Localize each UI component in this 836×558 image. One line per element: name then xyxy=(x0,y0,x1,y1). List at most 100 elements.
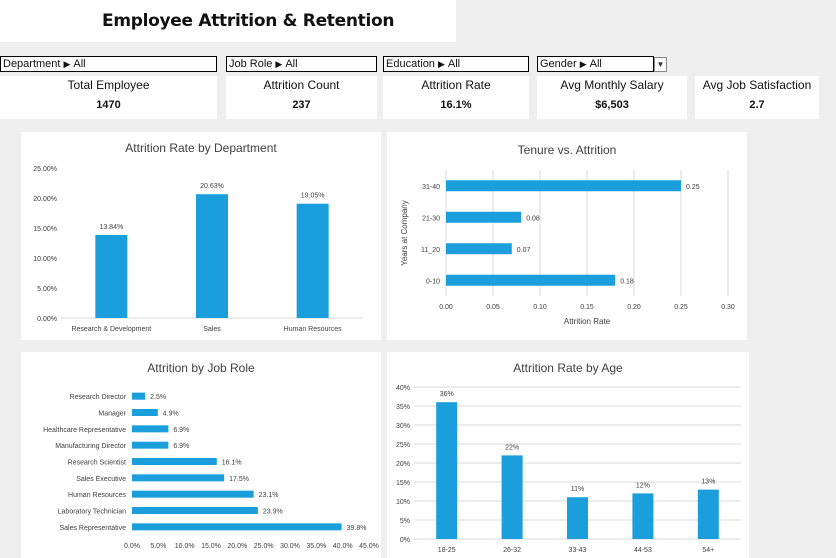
data-label: 13.84% xyxy=(99,224,123,231)
data-label: 19.05% xyxy=(301,193,325,200)
x-tick-label: 0.0% xyxy=(124,543,140,550)
filter-label: Job Role xyxy=(229,58,273,70)
bar xyxy=(436,402,458,539)
data-label: 16.1% xyxy=(222,460,242,467)
y-tick-label: 20% xyxy=(396,461,410,468)
filter-value: All xyxy=(73,58,86,70)
bar xyxy=(132,425,169,433)
chevron-down-icon[interactable]: ▼ xyxy=(654,57,667,72)
x-tick-label: 45.0% xyxy=(359,543,379,550)
data-label: 0.18 xyxy=(620,278,634,285)
y-tick-label: 20.00% xyxy=(33,196,57,203)
age-chart: 0% 5% 10% 15% 20% 25% 30% 35% 40% 36% 18-25 22% 26-3… xyxy=(396,385,741,554)
dashboard-title: Employee Attrition & Retention xyxy=(102,11,395,31)
x-tick-label: 30.0% xyxy=(280,543,300,550)
data-label: 0.08 xyxy=(526,215,540,222)
bar xyxy=(196,194,228,318)
data-label: 2.5% xyxy=(150,394,166,401)
y-tick-label: 5.00% xyxy=(37,286,57,293)
y-category-label: Sales Executive xyxy=(76,476,126,483)
bar xyxy=(132,507,258,514)
x-category-label: 44-53 xyxy=(634,547,652,554)
data-label: 11% xyxy=(571,486,585,493)
bar xyxy=(296,203,329,318)
gender-filter[interactable]: Gender ▶ All xyxy=(537,56,654,72)
job-role-chart: 0.0% 5.0% 10.0% 15.0% 20.0% 25.0% 30.0% 35.0% 40… xyxy=(43,392,379,550)
x-tick-label: 25.0% xyxy=(254,543,274,550)
kpi-value: 16.1% xyxy=(440,99,472,111)
y-category-label: Human Resources xyxy=(68,492,126,499)
y-tick-label: 0% xyxy=(400,537,410,544)
data-label: 23.9% xyxy=(263,509,283,516)
x-category-label: 54+ xyxy=(702,547,714,554)
x-tick-label: 0.25 xyxy=(674,304,688,311)
y-category-label: 0-10 xyxy=(426,278,440,285)
y-tick-label: 40% xyxy=(396,385,410,392)
y-category-label: Research Scientist xyxy=(68,460,126,467)
y-tick-label: 25% xyxy=(396,442,410,449)
bar xyxy=(132,474,225,482)
y-category-label: Manager xyxy=(98,411,126,418)
bar xyxy=(132,523,342,531)
y-category-label: Research Director xyxy=(70,394,127,401)
department-filter[interactable]: Department ▶ All xyxy=(0,56,217,72)
y-category-label: Sales Representative xyxy=(59,525,126,532)
x-tick-label: 5.0% xyxy=(150,543,166,550)
bar xyxy=(446,211,522,223)
tenure-chart: 0.00 0.05 0.10 0.15 0.20 0.25 0.30 0.25 31-40 0.0… xyxy=(400,170,735,326)
tenure-chart-panel: Tenure vs. Attrition 0.00 0.05 0.10 0.15 0.2… xyxy=(387,132,747,340)
kpi-attrition-count: Attrition Count 237 xyxy=(226,76,377,119)
x-tick-label: 15.0% xyxy=(201,543,221,550)
bar xyxy=(632,493,654,539)
kpi-value: 237 xyxy=(292,99,311,111)
filter-label: Gender xyxy=(540,58,577,70)
data-label: 13% xyxy=(701,479,715,486)
data-label: 17.5% xyxy=(229,476,249,483)
bar xyxy=(446,180,681,192)
x-tick-label: 20.0% xyxy=(227,543,247,550)
kpi-total-employee: Total Employee 1470 xyxy=(0,76,217,119)
data-label: 22% xyxy=(505,444,519,451)
y-category-label: Laboratory Technician xyxy=(58,509,126,516)
x-tick-label: 0.20 xyxy=(627,304,641,311)
bar xyxy=(567,497,588,539)
data-label: 4.9% xyxy=(163,411,179,418)
x-tick-label: 0.15 xyxy=(580,304,594,311)
bar xyxy=(132,392,146,400)
title-box: Employee Attrition & Retention xyxy=(0,0,456,42)
x-axis-title: Attrition Rate xyxy=(564,317,611,326)
job-role-filter[interactable]: Job Role ▶ All xyxy=(226,56,377,72)
kpi-attrition-rate: Attrition Rate 16.1% xyxy=(383,76,529,119)
kpi-value: $6,503 xyxy=(595,99,629,111)
y-tick-label: 10.00% xyxy=(33,256,57,263)
x-tick-label: 0.30 xyxy=(721,304,735,311)
filter-value: All xyxy=(285,58,298,70)
filter-value: All xyxy=(447,58,461,70)
filter-label: Education xyxy=(386,58,435,70)
y-category-label: Manufacturing Director xyxy=(55,443,126,450)
data-label: 6.9% xyxy=(173,443,189,450)
play-arrow-icon: ▶ xyxy=(63,59,71,69)
y-tick-label: 10% xyxy=(396,499,410,506)
x-category-label: Sales xyxy=(203,326,221,333)
bar xyxy=(446,274,616,286)
department-chart: 0.00% 5.00% 10.00% 15.00% 20.00% 25.00% 13.84%… xyxy=(33,166,363,333)
bar xyxy=(697,489,719,539)
data-label: 36% xyxy=(440,391,454,398)
education-filter[interactable]: Education ▶ All xyxy=(383,56,529,72)
data-label: 6.9% xyxy=(173,427,189,434)
x-category-label: 26-32 xyxy=(503,547,521,554)
play-arrow-icon: ▶ xyxy=(275,59,283,69)
bar xyxy=(95,234,128,318)
y-category-label: 11_20 xyxy=(421,247,440,254)
kpi-value: 1470 xyxy=(96,99,121,111)
x-tick-label: 10.0% xyxy=(175,543,195,550)
department-chart-panel: Attrition Rate by Department 0.00% 5.00% 1… xyxy=(21,132,381,340)
bar xyxy=(132,441,169,449)
data-label: 23.1% xyxy=(259,492,279,499)
kpi-avg-monthly-salary: Avg Monthly Salary $6,503 xyxy=(537,76,687,119)
x-tick-label: 35.0% xyxy=(306,543,326,550)
y-axis-title: Years at Company xyxy=(400,200,409,266)
bar xyxy=(501,455,523,539)
data-label: 0.07 xyxy=(517,247,531,254)
